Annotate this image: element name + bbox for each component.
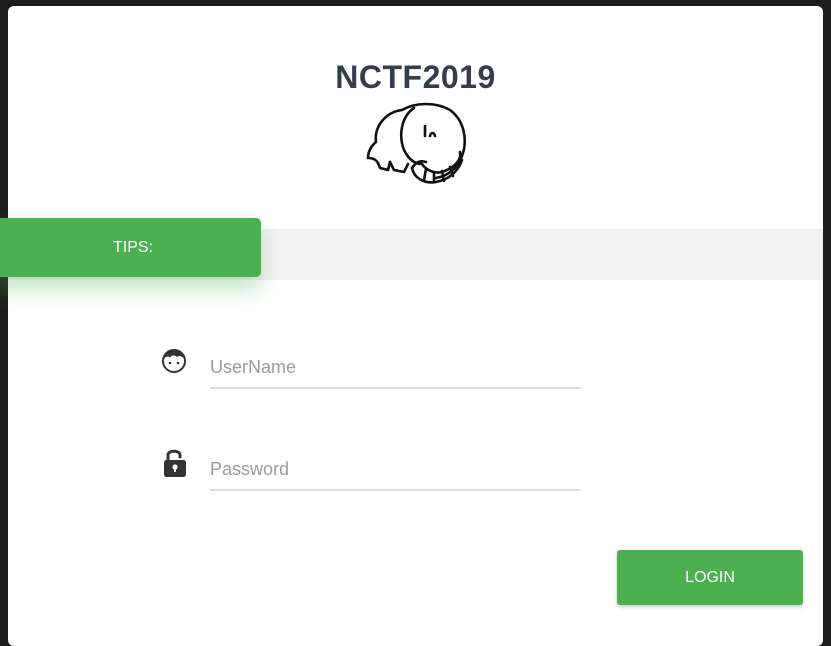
tips-tab: TIPS:	[0, 218, 261, 277]
tips-label: TIPS:	[113, 239, 154, 256]
unlocked-padlock-icon	[164, 449, 186, 477]
login-button[interactable]: LOGIN	[617, 550, 803, 605]
user-face-icon	[162, 349, 186, 373]
username-input[interactable]	[210, 347, 581, 389]
password-input[interactable]	[210, 449, 581, 491]
elephant-icon	[366, 102, 466, 184]
login-card: NCTF2019 UserName LOGIN	[8, 6, 823, 646]
page-title: NCTF2019	[335, 59, 496, 95]
